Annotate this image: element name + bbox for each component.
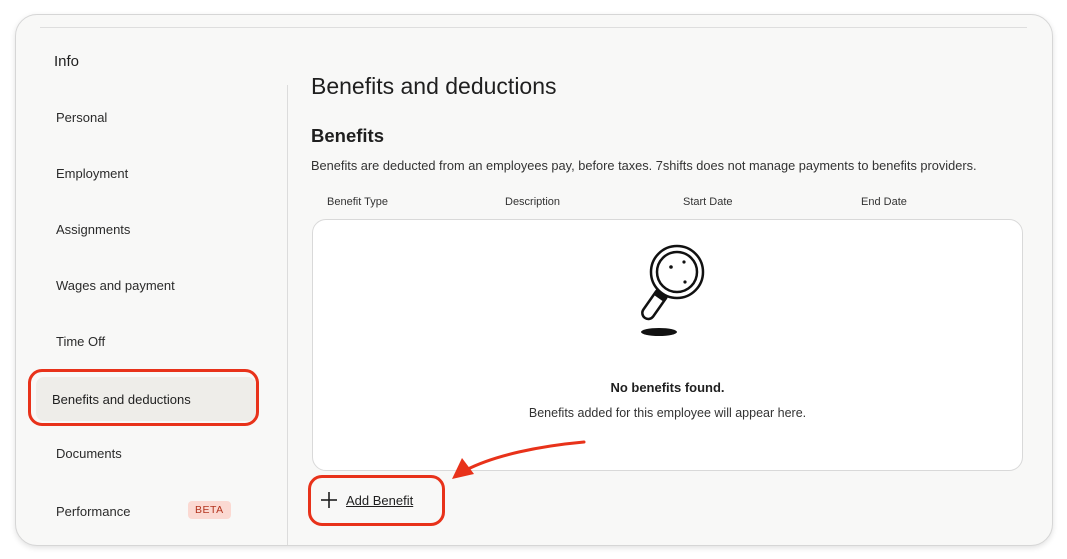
sidebar-divider: [287, 85, 288, 545]
sidebar-item-documents[interactable]: Documents: [40, 433, 256, 473]
section-description: Benefits are deducted from an employees …: [311, 158, 977, 173]
sidebar-item-label: Assignments: [56, 221, 131, 237]
sidebar-item-label: Time Off: [56, 333, 106, 349]
sidebar-item-label: Wages and payment: [56, 277, 175, 293]
section-title: Benefits: [311, 125, 384, 146]
empty-state-title: No benefits found.: [610, 380, 725, 395]
column-header-benefit-type: Benefit Type: [327, 196, 388, 208]
sidebar-item-label: Benefits and deductions: [52, 391, 191, 407]
sidebar-item-label: Employment: [56, 165, 129, 181]
sidebar-item-label: Performance: [56, 503, 131, 519]
sidebar-item-label: Personal: [56, 109, 108, 125]
empty-state-card: No benefits found. Benefits added for th…: [312, 219, 1023, 471]
top-divider: [40, 27, 1027, 28]
sidebar-item-label: Documents: [56, 445, 122, 461]
employee-profile-panel: Info Personal Employment Assignments Wag…: [15, 14, 1053, 546]
sidebar-item-assignments[interactable]: Assignments: [40, 209, 256, 249]
magnifying-glass-icon: [641, 244, 705, 336]
page-title: Benefits and deductions: [311, 73, 557, 99]
add-benefit-label: Add Benefit: [346, 492, 414, 508]
empty-state-subtitle: Benefits added for this employee will ap…: [528, 406, 807, 420]
plus-icon: [321, 492, 337, 508]
sidebar-item-time-off[interactable]: Time Off: [40, 321, 256, 361]
sidebar-item-benefits-and-deductions[interactable]: Benefits and deductions: [36, 377, 256, 421]
add-benefit-button[interactable]: Add Benefit: [320, 491, 413, 509]
sidebar-item-employment[interactable]: Employment: [40, 153, 256, 193]
sidebar-item-wages-and-payment[interactable]: Wages and payment: [40, 265, 256, 305]
column-header-start-date: Start Date: [683, 196, 733, 208]
sidebar-item-performance[interactable]: Performance BETA: [40, 491, 256, 531]
sidebar-title: Info: [54, 53, 80, 70]
column-header-description: Description: [505, 196, 561, 208]
sidebar-item-personal[interactable]: Personal: [40, 97, 256, 137]
beta-badge: BETA: [188, 501, 231, 519]
column-header-end-date: End Date: [861, 196, 907, 208]
